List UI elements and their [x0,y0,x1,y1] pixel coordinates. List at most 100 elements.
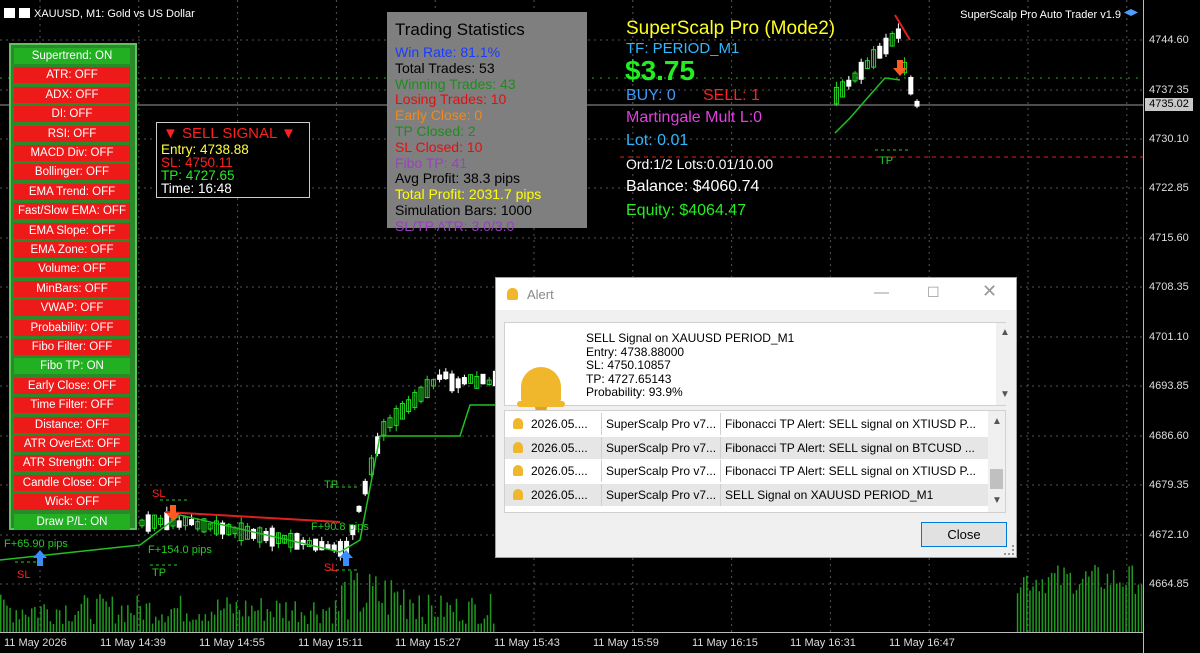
time-axis[interactable] [0,632,1143,653]
volume-bar [161,614,163,632]
filter-toggle-button[interactable]: Fast/Slow EMA: OFF [14,203,130,220]
volume-bar [449,604,451,632]
message-scrollbar[interactable]: ▲ ▼ [996,323,1013,405]
scroll-up-icon[interactable]: ▲ [992,416,1002,427]
volume-bar [89,618,92,632]
volume-bar [6,605,8,632]
volume-bar [341,585,343,632]
alert-history-row[interactable]: 2026.05.... SuperScalp Pro v7... Fibonacci… [505,460,988,482]
filter-toggle-button[interactable]: Volume: OFF [14,261,130,278]
candle-body [189,519,195,526]
filter-toggle-button[interactable]: Candle Close: OFF [14,474,130,491]
sell-time: Time: 16:48 [161,181,232,196]
alert-history-row[interactable]: 2026.05.... SuperScalp Pro v7... Fibonacci… [505,436,988,459]
expert-name: SuperScalp Pro Auto Trader v1.9 [960,9,1138,21]
pips-label: F+90.8 pips [311,521,369,533]
chart-window[interactable]: XAUUSD, M1: Gold vs US Dollar SuperScalp… [0,0,1200,653]
filter-toggle-button[interactable]: Time Filter: OFF [14,397,130,414]
minimize-icon[interactable]: — [874,284,889,301]
volume-bar [130,612,132,632]
alert-titlebar[interactable]: Alert — ☐ ✕ [496,278,1016,310]
volume-bar [220,610,222,632]
scroll-down-icon[interactable]: ▼ [992,495,1002,506]
volume-bar [1069,572,1071,632]
filter-toggle-button[interactable]: Fibo Filter: OFF [14,339,130,355]
alert-history-list[interactable]: 2026.05.... SuperScalp Pro v7... Fibonacci… [504,410,1006,513]
scroll-up-icon[interactable]: ▲ [1000,327,1010,338]
volume-bar [151,623,154,632]
scroll-down-icon[interactable]: ▼ [1000,389,1010,400]
filter-toggle-button[interactable]: EMA Slope: OFF [14,222,130,239]
filter-toggle-button[interactable]: Bollinger: OFF [14,164,130,181]
volume-bar [492,623,495,632]
maximize-icon[interactable]: ☐ [927,284,940,301]
volume-bar [446,602,448,632]
time-label: 11 May 2026 [4,637,67,649]
volume-bar [334,600,337,632]
price-label: 4686.60 [1149,430,1189,442]
alert-history-row[interactable]: 2026.05.... SuperScalp Pro v7... Fibonacci… [505,413,988,435]
volume-bar [114,623,117,632]
volume-bar [55,609,58,632]
volume-bar [1054,573,1056,632]
filter-toggle-button[interactable]: ADX: OFF [14,86,130,103]
volume-bar [1125,584,1127,632]
volume-bar [328,607,331,632]
volume-bar [96,598,98,632]
volume-bar [1063,567,1065,632]
price-label: 4744.60 [1149,34,1189,46]
expert-label: SuperScalp Pro Auto Trader v1.9 [960,9,1121,21]
filter-toggle-button[interactable]: Probability: OFF [14,319,130,336]
volume-bar [232,613,234,632]
filter-toggle-button[interactable]: RSI: OFF [14,125,130,142]
volume-bar [1078,584,1081,632]
filter-toggle-button[interactable]: Supertrend: ON [14,48,130,64]
volume-bar [1091,570,1093,632]
price-label: 4672.10 [1149,529,1189,541]
volume-bar [1119,582,1121,632]
list-scrollbar[interactable]: ▲ ▼ [988,411,1005,512]
filter-toggle-button[interactable]: Early Close: OFF [14,377,130,394]
volume-bar [136,595,138,632]
stat-row: Early Close: 0 [395,107,483,124]
alert-source-cell: SuperScalp Pro v7... [606,464,717,478]
volume-bar [415,619,417,632]
time-label: 11 May 15:27 [395,637,461,649]
filter-toggle-button[interactable]: ATR: OFF [14,67,130,84]
column-separator [601,413,602,435]
alert-history-row[interactable]: 2026.05.... SuperScalp Pro v7... SELL Sign… [505,483,988,506]
scroll-thumb[interactable] [990,469,1003,489]
candle-body [914,100,920,107]
filter-toggle-button[interactable]: MACD Div: OFF [14,145,130,161]
filter-toggle-button[interactable]: MinBars: OFF [14,280,130,297]
filter-toggle-button[interactable]: Wick: OFF [14,494,130,511]
volume-bar [1122,586,1124,632]
volume-bar [1041,579,1044,632]
filter-toggle-button[interactable]: VWAP: OFF [14,300,130,317]
volume-bar [105,601,107,632]
close-button[interactable]: Close [921,522,1007,547]
volume-bar [18,619,21,632]
candle-body [908,76,914,95]
volume-bar [1103,588,1106,632]
candle-body [356,505,362,512]
filter-toggle-button[interactable]: ATR Strength: OFF [14,455,130,472]
tp-label: TP [879,155,894,167]
volume-bar [24,614,27,632]
close-icon[interactable]: ✕ [982,281,997,302]
filter-toggle-button[interactable]: EMA Trend: OFF [14,183,130,200]
filter-toggle-button[interactable]: ATR OverExt: OFF [14,436,130,452]
filter-toggle-button[interactable]: DI: OFF [14,106,130,123]
resize-grip[interactable] [1004,545,1014,555]
filter-toggle-button[interactable]: Fibo TP: ON [14,358,130,375]
alert-text-cell: Fibonacci TP Alert: SELL signal on XTIUS… [725,464,977,478]
balance: Balance: $4060.74 [626,178,760,195]
equity: Equity: $4064.47 [626,202,747,219]
filter-toggle-button[interactable]: EMA Zone: OFF [14,242,130,258]
filter-toggle-button[interactable]: Distance: OFF [14,416,130,433]
candle-body [858,61,864,80]
volume-bar [9,607,11,632]
alert-dialog[interactable]: Alert — ☐ ✕ SELL Signal on XAUUSD PERIOD… [495,277,1017,558]
filter-toggle-button[interactable]: Draw P/L: ON [14,513,130,530]
volume-bar [201,620,203,632]
